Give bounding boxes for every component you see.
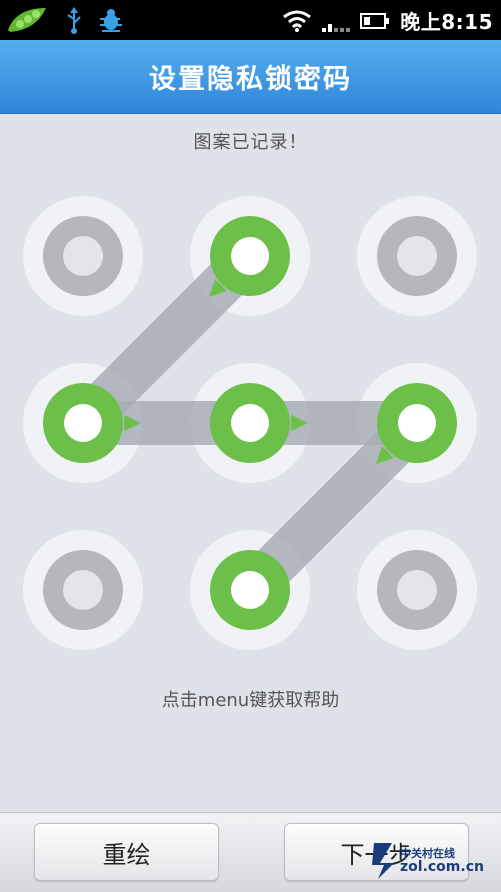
unselected-dot-center: [63, 236, 103, 276]
selected-dot-center: [64, 404, 102, 442]
pattern-lock-grid[interactable]: [0, 0, 501, 891]
zol-watermark: 中关村在线 zol.com.cn: [370, 835, 498, 887]
help-hint: 点击menu键获取帮助: [161, 690, 340, 711]
unselected-dot-center: [63, 570, 103, 610]
unselected-dot-center: [397, 570, 437, 610]
watermark-bottom-text: zol.com.cn: [400, 859, 484, 875]
unselected-dot-center: [397, 236, 437, 276]
selected-dot-center: [231, 237, 269, 275]
redraw-button[interactable]: 重绘: [34, 823, 219, 881]
selected-dot-center: [231, 404, 269, 442]
zol-logo-icon: [372, 843, 394, 879]
selected-dot-center: [398, 404, 436, 442]
selected-dot-center: [231, 571, 269, 609]
